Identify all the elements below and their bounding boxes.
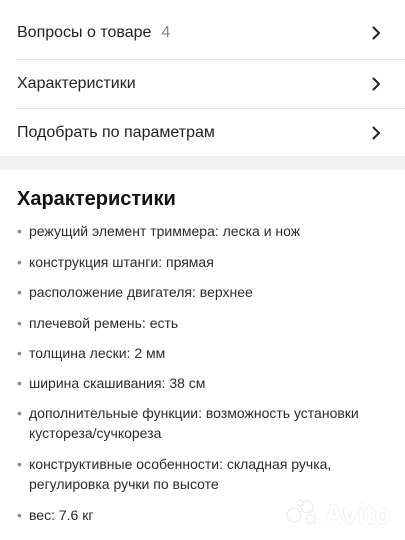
bullet: • (17, 223, 22, 239)
bullet: • (17, 456, 22, 472)
chevron-right-icon (369, 77, 383, 91)
spec-item: • конструктивные особенности: складная р… (17, 454, 377, 494)
bullet: • (17, 405, 22, 421)
spec-text: дополнительные функции: возможность уста… (29, 405, 359, 441)
avito-logo-icon (286, 499, 320, 530)
spec-item: • расположение двигателя: верхнее (17, 282, 377, 302)
bullet: • (17, 345, 22, 361)
spec-item: • плечевой ремень: есть (17, 313, 377, 333)
spec-item: • толщина лески: 2 мм (17, 343, 377, 363)
chevron-right-icon (369, 126, 383, 140)
section-separator (0, 156, 405, 170)
spec-text: плечевой ремень: есть (29, 315, 179, 331)
specs-title: Характеристики (17, 188, 176, 210)
spec-text: конструкция штанги: прямая (29, 254, 214, 270)
chevron-right-icon (369, 26, 383, 40)
spec-text: толщина лески: 2 мм (29, 345, 166, 361)
nav-item-label: Характеристики (17, 75, 136, 92)
watermark-text: Avito (324, 499, 391, 529)
nav-item-questions[interactable]: Вопросы о товаре 4 (0, 8, 405, 58)
product-details-screen: Вопросы о товаре 4 Характеристики Подобр… (0, 0, 405, 540)
nav-item-label: Вопросы о товаре (17, 24, 152, 41)
bullet: • (17, 507, 22, 523)
spec-text: расположение двигателя: верхнее (29, 284, 253, 300)
bullet: • (17, 284, 22, 300)
product-nav-list: Вопросы о товаре 4 Характеристики Подобр… (0, 0, 405, 156)
spec-item: • дополнительные функции: возможность ус… (17, 403, 377, 443)
spec-text: ширина скашивания: 38 см (29, 375, 206, 391)
avito-watermark: Avito (286, 499, 391, 530)
spec-item: • конструкция штанги: прямая (17, 252, 377, 272)
bullet: • (17, 375, 22, 391)
spec-item: • режущий элемент триммера: леска и нож (17, 221, 377, 241)
bullet: • (17, 315, 22, 331)
nav-item-select-by-params[interactable]: Подобрать по параметрам (0, 108, 405, 158)
spec-text: конструктивные особенности: складная руч… (29, 456, 332, 492)
bullet: • (17, 254, 22, 270)
questions-count: 4 (161, 24, 171, 41)
spec-item: • ширина скашивания: 38 см (17, 373, 377, 393)
spec-text: режущий элемент триммера: леска и нож (29, 223, 301, 239)
nav-item-label: Подобрать по параметрам (17, 124, 215, 141)
nav-item-characteristics[interactable]: Характеристики (0, 59, 405, 109)
